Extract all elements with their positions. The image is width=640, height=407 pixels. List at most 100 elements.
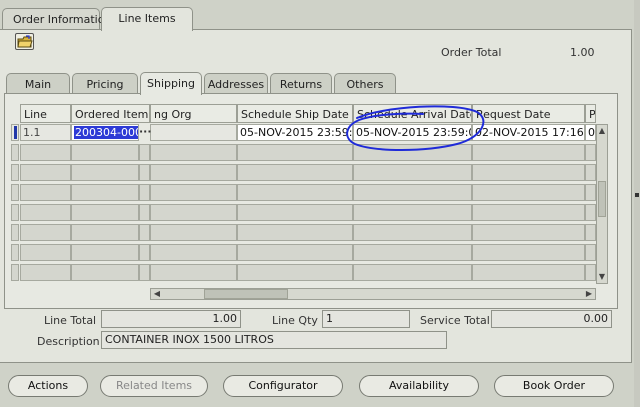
- cell-p[interactable]: [585, 184, 596, 201]
- cell-p[interactable]: 02: [585, 124, 596, 141]
- configurator-button[interactable]: Configurator: [223, 375, 343, 397]
- tab-pricing[interactable]: Pricing: [72, 73, 138, 94]
- cell-shipping-org[interactable]: [150, 264, 237, 281]
- cell-line[interactable]: [20, 184, 71, 201]
- row-indicator[interactable]: [11, 184, 19, 201]
- cell-ordered-item[interactable]: [71, 184, 139, 201]
- tab-order-information[interactable]: Order Information: [2, 8, 111, 30]
- cell-request-date[interactable]: [472, 164, 585, 181]
- cell-lov-gap: [139, 164, 150, 181]
- tab-main[interactable]: Main: [6, 73, 70, 94]
- cell-lov-gap: [139, 264, 150, 281]
- cell-line[interactable]: 1.1: [20, 124, 71, 141]
- cell-shipping-org[interactable]: [150, 184, 237, 201]
- cell-ordered-item[interactable]: [71, 204, 139, 221]
- cell-schedule-arrival-date[interactable]: [353, 264, 472, 281]
- cell-shipping-org[interactable]: [150, 244, 237, 261]
- cell-lov-gap: [139, 244, 150, 261]
- row-indicator[interactable]: [11, 204, 19, 221]
- cell-schedule-arrival-date[interactable]: [353, 224, 472, 241]
- actions-button[interactable]: Actions: [8, 375, 88, 397]
- cell-line[interactable]: [20, 244, 71, 261]
- tab-others[interactable]: Others: [334, 73, 396, 94]
- cell-ordered-item[interactable]: [71, 164, 139, 181]
- annotation-circle: [346, 105, 485, 151]
- cell-request-date[interactable]: [472, 244, 585, 261]
- cell-request-date[interactable]: [472, 264, 585, 281]
- column-header-line[interactable]: Line: [20, 104, 71, 123]
- cell-p[interactable]: [585, 264, 596, 281]
- order-total-value: 1.00: [570, 46, 595, 59]
- column-header-ordered-item[interactable]: Ordered Item: [71, 104, 150, 123]
- row-indicator[interactable]: [11, 224, 19, 241]
- cell-schedule-arrival-date[interactable]: [353, 184, 472, 201]
- resize-handle-icon[interactable]: [635, 193, 639, 197]
- cell-schedule-arrival-date[interactable]: [353, 244, 472, 261]
- row-indicator[interactable]: [11, 124, 19, 141]
- cell-ordered-item[interactable]: [71, 224, 139, 241]
- tab-shipping[interactable]: Shipping: [140, 72, 202, 95]
- cell-lov-gap: [139, 204, 150, 221]
- line-total-field[interactable]: 1.00: [101, 310, 241, 328]
- cell-request-date[interactable]: [472, 204, 585, 221]
- cell-schedule-ship-date[interactable]: [237, 164, 353, 181]
- row-indicator[interactable]: [11, 144, 19, 161]
- tab-addresses[interactable]: Addresses: [204, 73, 268, 94]
- row-indicator[interactable]: [11, 164, 19, 181]
- cell-p[interactable]: [585, 164, 596, 181]
- cell-shipping-org[interactable]: [150, 144, 237, 161]
- order-total-label: Order Total: [441, 46, 502, 59]
- cell-p[interactable]: [585, 144, 596, 161]
- cell-p[interactable]: [585, 224, 596, 241]
- cell-line[interactable]: [20, 144, 71, 161]
- cell-shipping-org[interactable]: [150, 124, 237, 141]
- description-field[interactable]: CONTAINER INOX 1500 LITROS: [101, 331, 447, 349]
- cell-request-date[interactable]: [472, 224, 585, 241]
- cell-request-date[interactable]: [472, 184, 585, 201]
- cell-schedule-ship-date[interactable]: [237, 264, 353, 281]
- ordered-item-lov-button[interactable]: ···: [139, 126, 152, 141]
- scroll-right-arrow-icon[interactable]: ▶: [584, 289, 594, 299]
- line-qty-label: Line Qty: [272, 314, 318, 327]
- column-header-shipping-org[interactable]: ng Org: [150, 104, 237, 123]
- cell-schedule-ship-date[interactable]: [237, 184, 353, 201]
- vertical-scroll-thumb[interactable]: [598, 181, 606, 217]
- cell-ordered-item[interactable]: [71, 264, 139, 281]
- horizontal-scroll-thumb[interactable]: [204, 289, 288, 299]
- cell-shipping-org[interactable]: [150, 224, 237, 241]
- scroll-down-arrow-icon[interactable]: ▼: [597, 272, 607, 282]
- row-indicator[interactable]: [11, 264, 19, 281]
- cell-line[interactable]: [20, 224, 71, 241]
- cell-schedule-arrival-date[interactable]: [353, 164, 472, 181]
- related-items-button[interactable]: Related Items: [100, 375, 208, 397]
- row-indicator[interactable]: [11, 244, 19, 261]
- cell-schedule-ship-date[interactable]: [237, 144, 353, 161]
- cell-lov-gap: [139, 184, 150, 201]
- cell-ordered-item[interactable]: [71, 244, 139, 261]
- cell-line[interactable]: [20, 264, 71, 281]
- cell-schedule-ship-date[interactable]: [237, 204, 353, 221]
- book-order-button[interactable]: Book Order: [494, 375, 614, 397]
- column-header-schedule-ship-date[interactable]: Schedule Ship Date: [237, 104, 353, 123]
- service-total-field[interactable]: 0.00: [491, 310, 612, 328]
- cell-ordered-item[interactable]: [71, 144, 139, 161]
- cell-ordered-item[interactable]: 200304-00000: [71, 124, 139, 141]
- line-qty-field[interactable]: 1: [322, 310, 410, 328]
- cell-p[interactable]: [585, 244, 596, 261]
- cell-schedule-ship-date[interactable]: [237, 244, 353, 261]
- scroll-up-arrow-icon[interactable]: ▲: [597, 126, 607, 136]
- column-header-p[interactable]: P: [585, 104, 596, 123]
- cell-line[interactable]: [20, 164, 71, 181]
- cell-schedule-ship-date[interactable]: [237, 224, 353, 241]
- cell-schedule-ship-date[interactable]: 05-NOV-2015 23:59:00: [237, 124, 353, 141]
- cell-shipping-org[interactable]: [150, 204, 237, 221]
- scroll-left-arrow-icon[interactable]: ◀: [152, 289, 162, 299]
- open-folder-button[interactable]: [15, 33, 34, 50]
- tab-returns[interactable]: Returns: [270, 73, 332, 94]
- cell-schedule-arrival-date[interactable]: [353, 204, 472, 221]
- cell-p[interactable]: [585, 204, 596, 221]
- cell-line[interactable]: [20, 204, 71, 221]
- cell-shipping-org[interactable]: [150, 164, 237, 181]
- tab-line-items[interactable]: Line Items: [101, 7, 193, 31]
- availability-button[interactable]: Availability: [359, 375, 479, 397]
